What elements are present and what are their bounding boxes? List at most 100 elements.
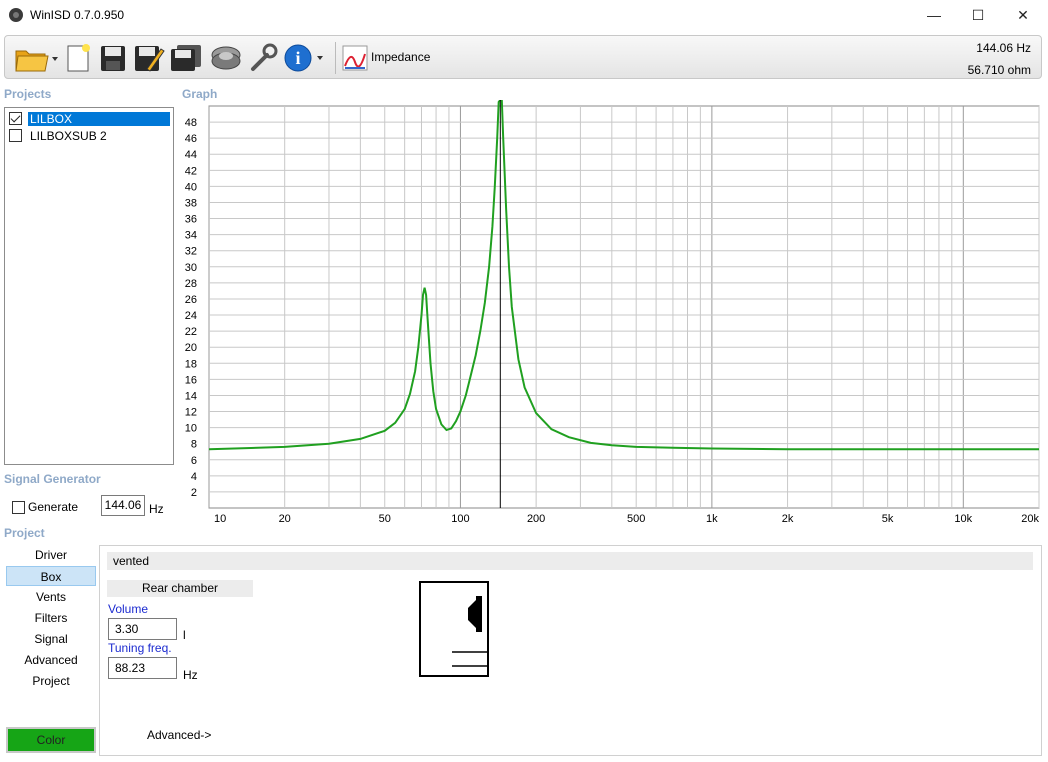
app-icon [9,8,23,22]
y-tick-label: 38 [185,197,197,209]
project-checkbox[interactable] [9,112,22,125]
project-label: LILBOX [28,111,170,126]
tools-button[interactable] [246,42,280,74]
save-edit-icon [135,46,165,72]
y-tick-label: 24 [185,310,197,322]
volume-label: Volume [108,602,149,616]
signal-generator-header: Signal Generator [4,472,101,486]
y-tick-label: 2 [191,487,197,499]
nav-driver[interactable]: Driver [6,545,96,565]
graph-chart-icon [342,45,368,71]
x-tick-label: 20 [279,513,291,525]
y-tick-label: 14 [185,390,197,402]
title-bar: WinISD 0.7.0.950 — ☐ ✕ [0,0,1048,30]
x-tick-label: 2k [782,513,794,525]
nav-box[interactable]: Box [6,566,96,586]
volume-input[interactable]: 3.30 [108,618,177,640]
new-project-button[interactable] [63,42,95,74]
y-tick-label: 26 [185,294,197,306]
save-disk-icon [101,46,125,71]
nav-filters[interactable]: Filters [6,608,96,628]
box-type-label: vented [107,552,1033,570]
y-tick-label: 20 [185,342,197,354]
y-tick-label: 4 [191,471,197,483]
new-document-icon [67,44,90,72]
speaker-icon [211,46,241,70]
driver-database-button[interactable] [208,42,244,74]
x-tick-label: 5k [882,513,894,525]
x-tick-label: 500 [627,513,645,525]
y-tick-label: 44 [185,149,197,161]
tuning-freq-input[interactable]: 88.23 [108,657,177,679]
projects-list: LILBOX LILBOXSUB 2 [4,107,174,465]
y-tick-label: 10 [185,423,197,435]
x-tick-label: 50 [379,513,391,525]
impedance-graph[interactable]: 2468101214161820222426283032343638404244… [180,100,1042,530]
box-panel [99,545,1042,756]
info-button[interactable]: i [282,42,328,74]
generate-checkbox[interactable] [12,500,25,514]
toolbar: i Impedance 144.06 Hz 56.710 ohm [4,35,1042,79]
generate-toggle[interactable]: Generate [12,500,78,514]
rear-chamber-header: Rear chamber [107,580,253,597]
signal-frequency-unit: Hz [149,502,164,516]
impedance-readout: 56.710 ohm [967,63,1031,77]
svg-text:i: i [295,48,300,68]
x-tick-label: 10 [214,513,226,525]
frequency-readout: 144.06 Hz [976,41,1031,55]
y-tick-label: 22 [185,326,197,338]
wrench-icon [251,43,278,71]
nav-vents[interactable]: Vents [6,587,96,607]
y-tick-label: 8 [191,439,197,451]
projects-header: Projects [4,87,52,101]
y-tick-label: 46 [185,133,197,145]
nav-advanced[interactable]: Advanced [6,650,96,670]
signal-frequency-input[interactable]: 144.06 [101,495,145,516]
y-tick-label: 40 [185,181,197,193]
y-tick-label: 28 [185,278,197,290]
graph-selector-button[interactable] [340,42,370,74]
minimize-button[interactable]: — [911,0,957,30]
y-tick-label: 6 [191,455,197,467]
save-all-button[interactable] [168,42,204,74]
advanced-link[interactable]: Advanced-> [147,728,211,742]
nav-project[interactable]: Project [6,671,96,691]
tuning-freq-label: Tuning freq. [108,641,172,655]
vented-box-diagram [419,581,489,677]
project-item-lilboxsub2[interactable]: LILBOXSUB 2 [9,127,173,144]
y-tick-label: 42 [185,165,197,177]
save-button[interactable] [97,42,129,74]
x-tick-label: 200 [527,513,545,525]
y-tick-label: 34 [185,230,197,242]
project-checkbox[interactable] [9,129,22,142]
y-tick-label: 12 [185,407,197,419]
close-button[interactable]: ✕ [1000,0,1046,30]
folder-icon [15,50,58,72]
project-header: Project [4,526,45,540]
project-label: LILBOXSUB 2 [30,128,107,143]
save-as-button[interactable] [132,42,166,74]
graph-type-label[interactable]: Impedance [371,50,430,64]
toolbar-separator [335,42,336,74]
y-tick-label: 48 [185,117,197,129]
project-item-lilbox[interactable]: LILBOX [9,110,173,127]
x-tick-label: 20k [1021,513,1039,525]
volume-unit: l [183,628,186,642]
tuning-freq-unit: Hz [183,668,198,682]
nav-signal[interactable]: Signal [6,629,96,649]
open-project-button[interactable] [13,42,61,74]
plot-area [208,105,1040,509]
x-tick-label: 1k [706,513,718,525]
generate-label: Generate [28,500,79,514]
graph-header: Graph [182,87,218,101]
y-tick-label: 36 [185,214,197,226]
y-tick-label: 32 [185,246,197,258]
color-button[interactable]: Color [6,727,96,753]
x-tick-label: 10k [954,513,972,525]
maximize-button[interactable]: ☐ [955,0,1001,30]
x-tick-label: 100 [451,513,469,525]
info-icon: i [284,44,323,72]
window-title: WinISD 0.7.0.950 [30,8,125,22]
y-tick-label: 30 [185,262,197,274]
y-tick-label: 16 [185,374,197,386]
